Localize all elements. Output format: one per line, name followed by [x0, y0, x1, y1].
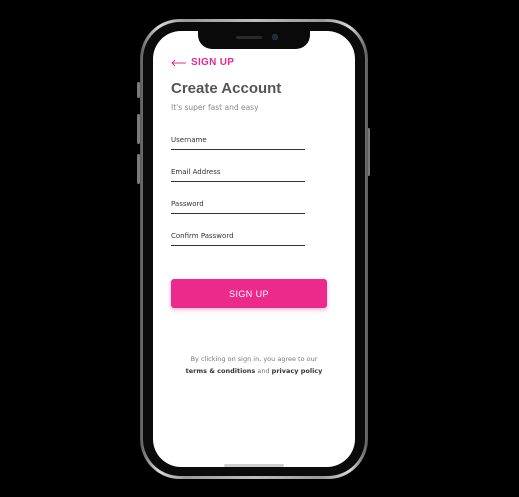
privacy-link[interactable]: privacy policy [272, 367, 323, 375]
email-field[interactable]: Email Address [171, 168, 305, 182]
terms-prefix: By clicking on sign in, you agree to our [190, 355, 318, 363]
front-camera [272, 34, 278, 40]
phone-bezel: SIGN UP Create Account It's super fast a… [143, 22, 365, 476]
page-title: Create Account [171, 80, 282, 97]
sign-up-button[interactable]: SIGN UP [171, 279, 327, 308]
arrow-left-icon [171, 59, 186, 66]
username-field[interactable]: Username [171, 136, 305, 150]
speaker-grille [236, 36, 262, 39]
back-button[interactable]: SIGN UP [171, 57, 234, 68]
page-subtitle: It's super fast and easy [171, 103, 259, 112]
phone-screen: SIGN UP Create Account It's super fast a… [153, 31, 355, 467]
password-field[interactable]: Password [171, 200, 305, 214]
confirm-password-field[interactable]: Confirm Password [171, 232, 305, 246]
phone-frame: SIGN UP Create Account It's super fast a… [140, 19, 368, 479]
terms-links-line: terms & conditions and privacy policy [153, 365, 355, 377]
home-indicator [224, 464, 284, 467]
stage: SIGN UP Create Account It's super fast a… [0, 0, 519, 497]
terms-link[interactable]: terms & conditions [186, 367, 256, 375]
notch [198, 31, 310, 49]
terms-notice: By clicking on sign in, you agree to our… [153, 353, 355, 377]
back-label: SIGN UP [191, 57, 235, 68]
terms-joiner: and [257, 367, 270, 375]
